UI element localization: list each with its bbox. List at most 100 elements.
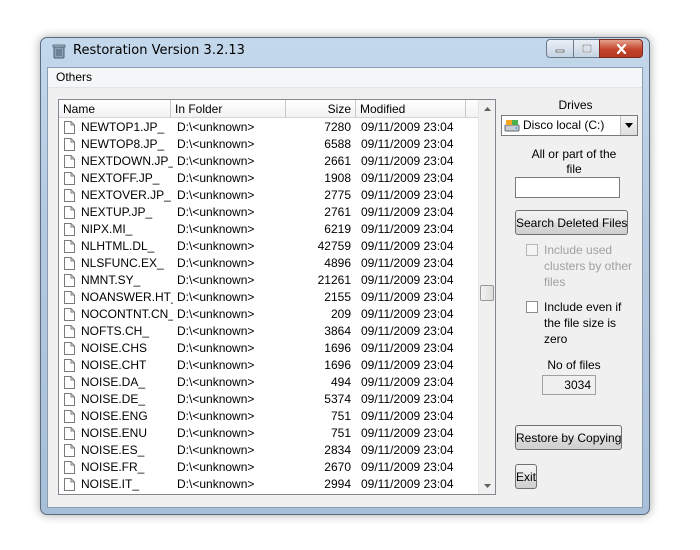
search-deleted-files-button[interactable]: Search Deleted Files [515,210,629,235]
cell-size: 21261 [317,273,351,287]
cell-name: NOISE.CHT [81,358,147,372]
table-row[interactable]: NEXTOVER.JP_ D:\<unknown> 2775 09/11/2009 2… [59,187,479,204]
document-icon [64,478,75,491]
arrow-up-icon [484,106,491,111]
cell-folder: D:\<unknown> [177,256,255,270]
table-row[interactable]: NOISE.ENU D:\<unknown> 751 09/11/2009 23:04 [59,425,479,442]
document-icon [64,138,75,151]
cell-name: NEWTOP1.JP_ [81,120,165,134]
minimize-button[interactable] [546,39,573,58]
table-row[interactable]: NOISE.ENG D:\<unknown> 751 09/11/2009 23:04 [59,408,479,425]
document-icon [64,308,75,321]
document-icon [64,240,75,253]
column-header-folder[interactable]: In Folder [171,100,286,118]
document-icon [64,461,75,474]
cell-name: NOISE.ENU [81,426,148,440]
cell-folder: D:\<unknown> [177,341,255,355]
cell-modified: 09/11/2009 23:04 [361,120,454,134]
client-area: Others Name In Folder Size Modified NEWT… [47,67,643,508]
table-row[interactable]: NLSFUNC.EX_ D:\<unknown> 4896 09/11/2009 23… [59,255,479,272]
hard-drive-icon [504,120,520,132]
cell-size: 209 [330,307,351,321]
list-header: Name In Folder Size Modified [59,100,479,118]
cell-name: NOISE.IT_ [81,477,140,491]
table-row[interactable]: NOFTS.CH_ D:\<unknown> 3864 09/11/2009 23:0… [59,323,479,340]
column-header-modified[interactable]: Modified [356,100,466,118]
table-row[interactable]: NOANSWER.HT_ D:\<unknown> 2155 09/11/2009 2… [59,289,479,306]
include-zero-option: Include even if the file size is zero [526,299,626,349]
cell-folder: D:\<unknown> [177,324,255,338]
document-icon [64,172,75,185]
table-row[interactable]: NMNT.SY_ D:\<unknown> 21261 09/11/2009 23:0… [59,272,479,289]
search-input[interactable] [515,177,620,198]
cell-name: NIPX.MI_ [81,222,133,236]
table-row[interactable]: NEWTOP1.JP_ D:\<unknown> 7280 09/11/2009 23… [59,119,479,136]
table-row[interactable]: NOISE.CHS D:\<unknown> 1696 09/11/2009 23:0… [59,340,479,357]
cell-name: NEXTOVER.JP_ [81,188,171,202]
drive-select-arrow[interactable] [620,116,637,135]
cell-folder: D:\<unknown> [177,426,255,440]
cell-folder: D:\<unknown> [177,358,255,372]
cell-size: 751 [330,426,351,440]
cell-modified: 09/11/2009 23:04 [361,205,454,219]
cell-folder: D:\<unknown> [177,171,255,185]
scroll-down-button[interactable] [479,477,495,494]
cell-size: 2661 [324,154,351,168]
document-icon [64,427,75,440]
caption-buttons [546,39,643,58]
restore-by-copying-button[interactable]: Restore by Copying [515,425,623,450]
cell-folder: D:\<unknown> [177,477,255,491]
cell-modified: 09/11/2009 23:04 [361,222,454,236]
vertical-scrollbar[interactable] [478,100,495,494]
file-count-value: 3034 [542,375,596,395]
maximize-button[interactable] [573,39,599,58]
table-row[interactable]: NEXTUP.JP_ D:\<unknown> 2761 09/11/2009 23:… [59,204,479,221]
table-row[interactable]: NOISE.FR_ D:\<unknown> 2670 09/11/2009 23:0… [59,459,479,476]
close-button[interactable] [599,39,643,58]
table-row[interactable]: NEXTDOWN.JP_ D:\<unknown> 2661 09/11/2009 2… [59,153,479,170]
scroll-thumb[interactable] [480,285,494,301]
table-row[interactable]: NEXTOFF.JP_ D:\<unknown> 1908 09/11/2009 23… [59,170,479,187]
close-icon [616,43,626,54]
table-row[interactable]: NOISE.CHT D:\<unknown> 1696 09/11/2009 23:0… [59,357,479,374]
cell-name: NOISE.DE_ [81,392,146,406]
cell-folder: D:\<unknown> [177,409,255,423]
document-icon [64,155,75,168]
table-row[interactable]: NEWTOP8.JP_ D:\<unknown> 6588 09/11/2009 23… [59,136,479,153]
cell-modified: 09/11/2009 23:04 [361,358,454,372]
include-zero-checkbox[interactable] [526,301,538,313]
file-count-label: No of files [547,358,601,372]
cell-modified: 09/11/2009 23:04 [361,273,454,287]
file-list[interactable]: Name In Folder Size Modified NEWTOP1.JP_… [58,99,496,495]
table-row[interactable]: NOISE.IT_ D:\<unknown> 2994 09/11/2009 23:0… [59,476,479,493]
cell-modified: 09/11/2009 23:04 [361,239,454,253]
document-icon [64,189,75,202]
exit-button[interactable]: Exit [515,464,538,489]
table-row[interactable]: NOCONTNT.CN_ D:\<unknown> 209 09/11/2009 23… [59,306,479,323]
document-icon [64,274,75,287]
cell-size: 2834 [324,443,351,457]
cell-folder: D:\<unknown> [177,239,255,253]
cell-folder: D:\<unknown> [177,290,255,304]
table-row[interactable]: NOISE.DE_ D:\<unknown> 5374 09/11/2009 23:0… [59,391,479,408]
document-icon [64,206,75,219]
cell-folder: D:\<unknown> [177,307,255,321]
menu-others[interactable]: Others [54,70,94,84]
table-row[interactable]: NIPX.MI_ D:\<unknown> 6219 09/11/2009 23:04 [59,221,479,238]
table-row[interactable]: NOISE.DA_ D:\<unknown> 494 09/11/2009 23:04 [59,374,479,391]
column-header-name[interactable]: Name [59,100,171,118]
title-bar[interactable]: Restoration Version 3.2.13 [41,38,649,67]
cell-folder: D:\<unknown> [177,137,255,151]
drive-select[interactable]: Disco local (C:) [501,115,638,136]
column-header-size[interactable]: Size [286,100,356,118]
table-row[interactable]: NLHTML.DL_ D:\<unknown> 42759 09/11/2009 23… [59,238,479,255]
scroll-up-button[interactable] [479,100,495,117]
cell-modified: 09/11/2009 23:04 [361,409,454,423]
table-row[interactable]: NOISE.ES_ D:\<unknown> 2834 09/11/2009 23:0… [59,442,479,459]
include-zero-label: Include even if the file size is zero [544,300,622,346]
document-icon [64,223,75,236]
cell-name: NOISE.CHS [81,341,148,355]
cell-size: 42759 [317,239,351,253]
document-icon [64,393,75,406]
include-used-checkbox[interactable] [526,244,538,256]
